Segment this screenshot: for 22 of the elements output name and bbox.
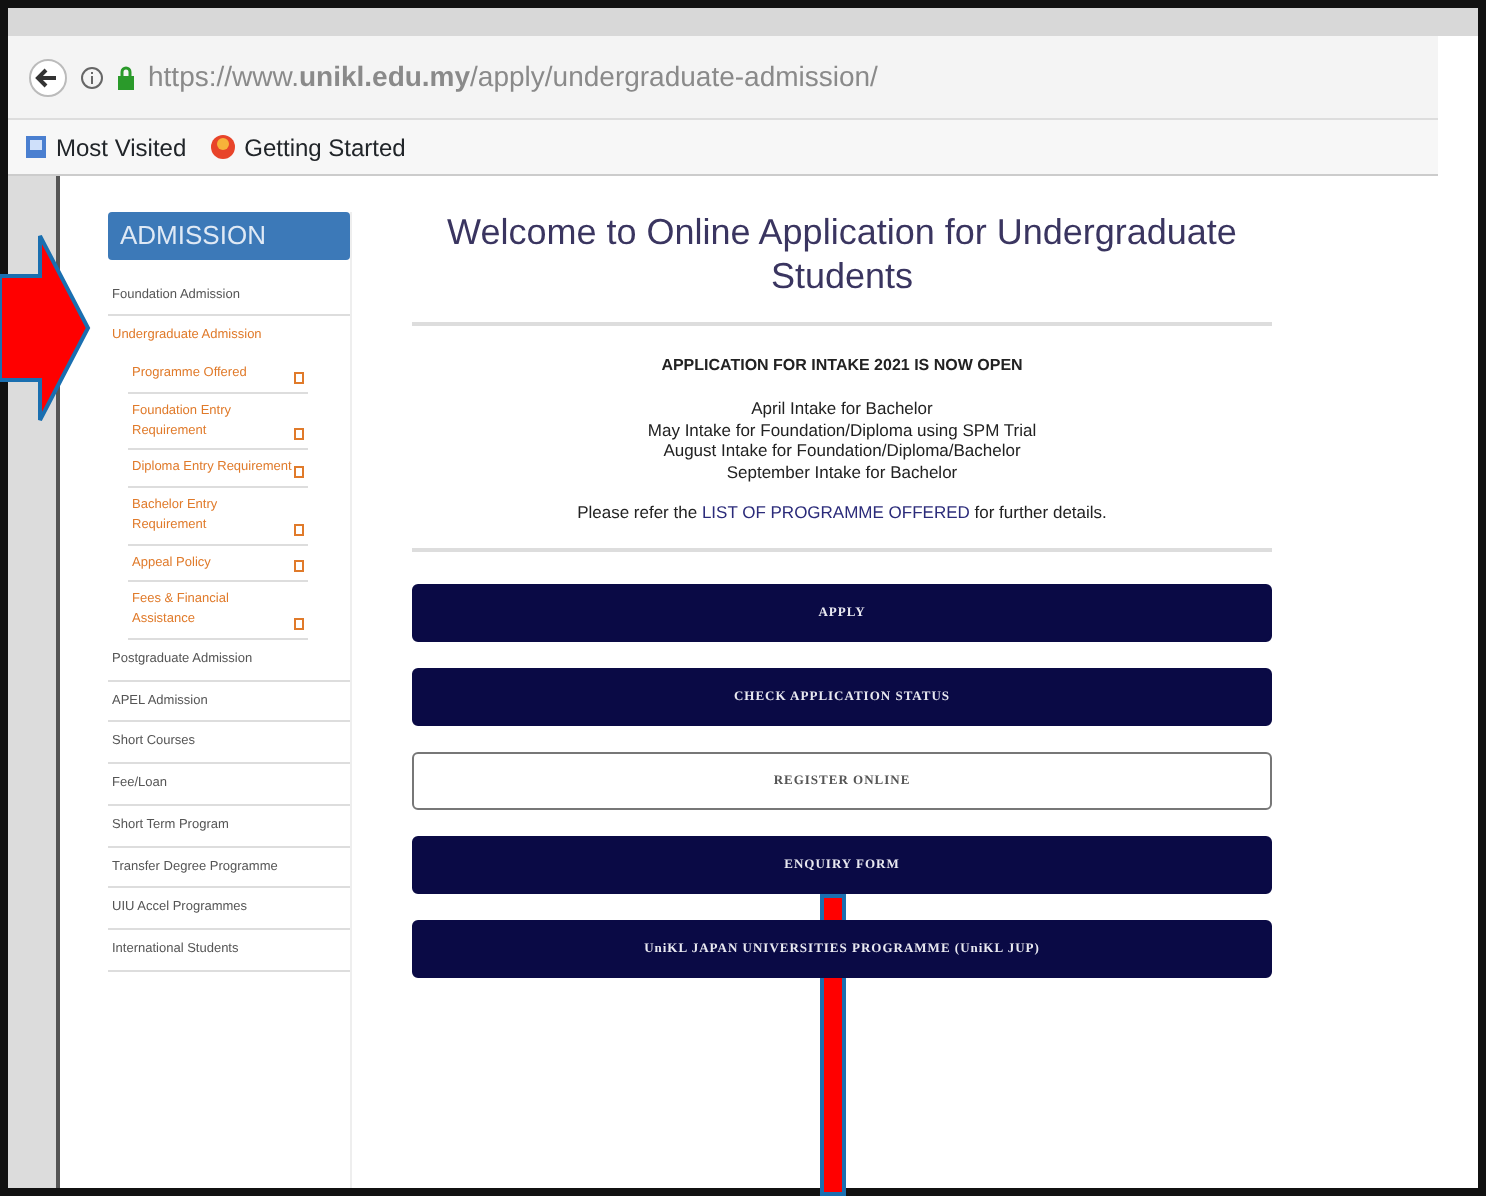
intake-text: September Intake for Bachelor [724, 462, 960, 484]
announcement-text: APPLICATION FOR INTAKE 2021 IS NOW OPEN [659, 354, 1025, 379]
intake-text: August Intake for Foundation/Diploma/Bachelor [661, 440, 1023, 463]
lock-icon [116, 65, 136, 89]
square-icon [294, 371, 304, 384]
note-text: Please refer the LIST OF PROGRAMME OFFERED for further details. [575, 499, 1109, 525]
bookmark-link[interactable]: Getting Started [244, 129, 406, 165]
square-icon [294, 428, 304, 441]
square-icon [294, 560, 304, 573]
programme-list-link[interactable]: LIST OF PROGRAMME OFFERED [701, 501, 970, 522]
intake-text: April Intake for Bachelor [749, 398, 935, 420]
intake-text: May Intake for Foundation/Diploma using SPM Trial [645, 419, 1039, 441]
page-title: Welcome to Online Application for Undergraduate Students [445, 212, 1239, 299]
sidebar-heading: ADMISSION [108, 212, 350, 259]
back-icon[interactable] [28, 57, 68, 97]
square-icon [294, 523, 304, 535]
info-icon[interactable] [80, 65, 104, 89]
square-icon [294, 617, 304, 630]
globe-icon [210, 134, 237, 160]
bookmark-link[interactable]: Most Visited [56, 129, 187, 165]
bookmark-folder-icon [24, 134, 48, 160]
square-icon [294, 466, 304, 478]
